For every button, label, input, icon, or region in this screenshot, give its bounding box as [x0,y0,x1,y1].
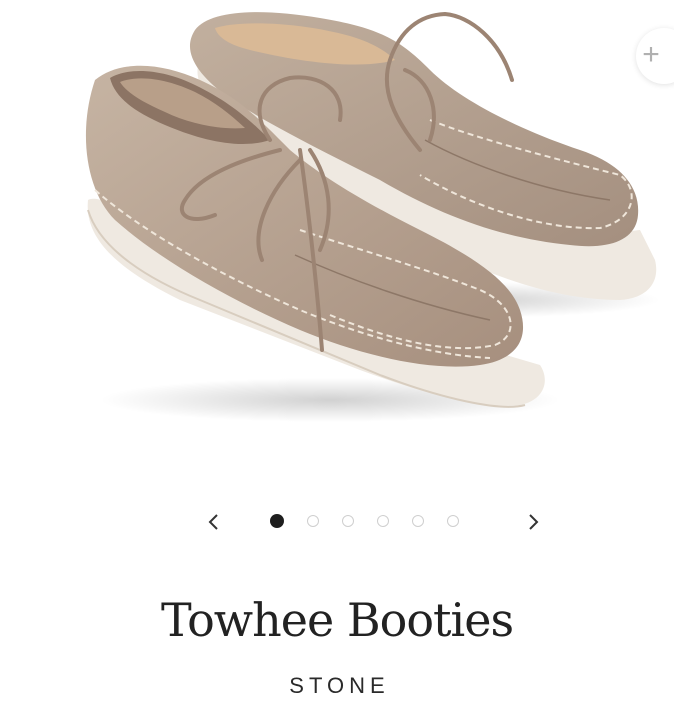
image-carousel-controls [0,506,674,538]
product-variant: STONE [289,673,390,698]
plus-icon: + [642,38,660,71]
carousel-dot-6[interactable] [447,515,459,527]
previous-image-button[interactable] [201,506,225,538]
chevron-right-icon [529,514,539,530]
carousel-dot-3[interactable] [342,515,354,527]
carousel-dots [270,514,459,529]
chevron-left-icon [208,514,218,530]
carousel-dot-2[interactable] [307,515,319,527]
product-image[interactable] [0,0,674,470]
carousel-dot-1[interactable] [270,514,284,528]
next-image-button[interactable] [522,506,546,538]
carousel-dot-5[interactable] [412,515,424,527]
shoe-illustration [85,11,660,422]
carousel-dot-4[interactable] [377,515,389,527]
product-title: Towhee Booties [160,593,514,647]
